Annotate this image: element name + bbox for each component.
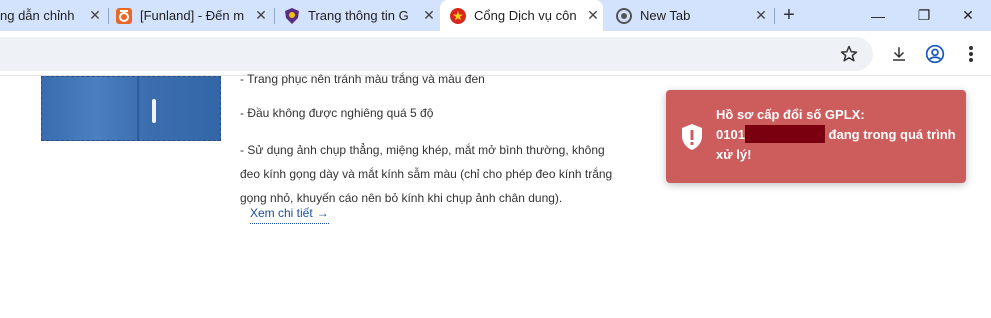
close-icon[interactable]: ✕ <box>583 6 603 26</box>
close-icon[interactable]: ✕ <box>419 6 439 26</box>
guide-text: - Trang phục nên tránh màu trắng và màu … <box>240 72 485 86</box>
close-icon[interactable]: ✕ <box>751 6 771 26</box>
vn-emblem-icon <box>450 7 466 24</box>
star-icon[interactable] <box>834 39 864 69</box>
guide-text: - Sử dụng ảnh chụp thẳng, miệng khép, mắ… <box>240 143 613 205</box>
tab-cong-dich-vu[interactable]: Cổng Dịch vụ côn ✕ <box>440 0 603 31</box>
tab-title: [Funland] - Đến m <box>140 8 245 23</box>
tab-funland[interactable]: [Funland] - Đến m ✕ <box>116 0 271 31</box>
see-details-link[interactable]: Xem chi tiết → <box>250 206 329 224</box>
address-bar[interactable] <box>0 37 873 71</box>
restore-button[interactable]: ❐ <box>901 0 947 31</box>
tab-title: Trang thông tin G <box>308 8 409 23</box>
error-toast[interactable]: Hồ sơ cấp đổi số GPLX: 0101 đang trong q… <box>666 90 966 183</box>
guide-text: - Đầu không được nghiêng quá 5 độ <box>240 106 434 120</box>
profile-icon[interactable] <box>920 39 950 69</box>
portrait-photo <box>41 76 221 141</box>
tab-title: New Tab <box>640 8 691 23</box>
new-tab-button[interactable]: + <box>776 2 802 28</box>
close-window-button[interactable]: ✕ <box>945 0 991 31</box>
menu-icon[interactable] <box>956 39 986 69</box>
funland-logo-icon <box>116 7 132 24</box>
shield-icon <box>682 124 702 150</box>
tab-police[interactable]: Trang thông tin G ✕ <box>284 0 439 31</box>
close-icon[interactable]: ✕ <box>251 6 271 26</box>
redaction-block <box>744 125 825 143</box>
toast-prefix: 0101 <box>716 127 745 142</box>
police-emblem-icon <box>284 7 300 24</box>
minimize-button[interactable]: — <box>855 0 901 31</box>
tab-title: Cổng Dịch vụ côn <box>474 8 577 23</box>
tab-new-tab[interactable]: New Tab ✕ <box>616 0 771 31</box>
see-details-label: Xem chi tiết <box>250 206 313 220</box>
chrome-icon <box>616 7 632 24</box>
tab-strip: ng dẫn chỉnh ✕ [Funland] - Đến m ✕ Trang… <box>0 0 991 31</box>
browser-toolbar <box>0 31 991 76</box>
close-icon[interactable]: ✕ <box>85 6 105 26</box>
download-icon[interactable] <box>884 39 914 69</box>
tab-guide[interactable]: ng dẫn chỉnh ✕ <box>0 0 105 31</box>
scrollbar[interactable] <box>985 76 991 318</box>
arrow-right-icon: → <box>316 206 329 220</box>
tab-title: ng dẫn chỉnh <box>0 8 75 23</box>
toast-line-1: Hồ sơ cấp đổi số GPLX: <box>716 107 865 122</box>
toast-message: Hồ sơ cấp đổi số GPLX: 0101 đang trong q… <box>716 105 956 165</box>
